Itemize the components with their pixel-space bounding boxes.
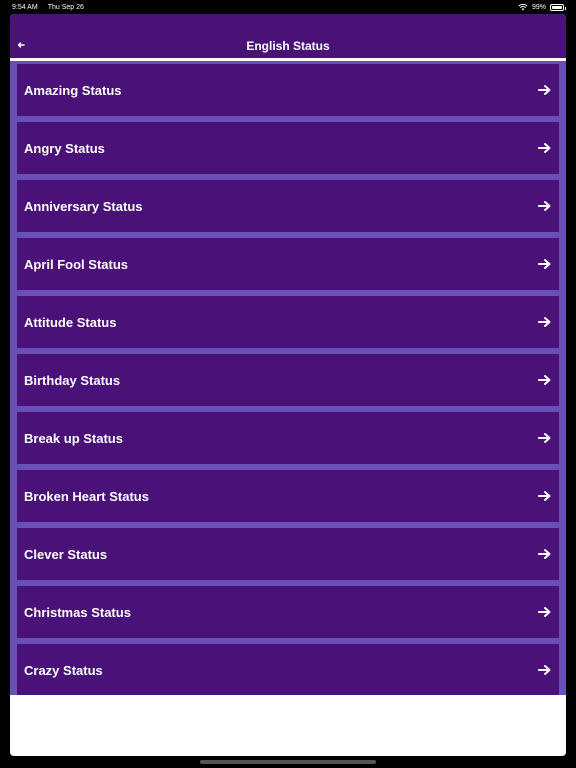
status-date: Thu Sep 26 (47, 3, 84, 11)
list-item[interactable]: Crazy Status (17, 644, 559, 695)
battery-icon (550, 3, 566, 11)
list-item-label: Christmas Status (24, 604, 131, 620)
app-window: English Status Amazing Status Angry Statu… (10, 14, 566, 756)
right-arrow-icon (538, 317, 551, 327)
home-indicator[interactable] (200, 760, 376, 764)
list-item[interactable]: Broken Heart Status (17, 470, 559, 522)
list-item-label: April Fool Status (24, 256, 128, 272)
bottom-blank-area (10, 695, 566, 756)
list-item-label: Angry Status (24, 140, 105, 156)
right-arrow-icon (538, 201, 551, 211)
right-arrow-icon (538, 85, 551, 95)
list-item[interactable]: Anniversary Status (17, 180, 559, 232)
list-item[interactable]: Clever Status (17, 528, 559, 580)
list-item-label: Attitude Status (24, 314, 117, 330)
list-item[interactable]: Amazing Status (17, 64, 559, 116)
right-arrow-icon (538, 433, 551, 443)
status-time: 9:54 AM (12, 3, 38, 11)
right-arrow-icon (538, 607, 551, 617)
list-item-label: Crazy Status (24, 662, 103, 678)
right-arrow-icon (538, 375, 551, 385)
list-item[interactable]: Attitude Status (17, 296, 559, 348)
list-item[interactable]: April Fool Status (17, 238, 559, 290)
list-item[interactable]: Christmas Status (17, 586, 559, 638)
list-item[interactable]: Birthday Status (17, 354, 559, 406)
status-category-list[interactable]: Amazing Status Angry Status Anniversary St… (10, 61, 566, 695)
list-item[interactable]: Break up Status (17, 412, 559, 464)
right-arrow-icon (538, 143, 551, 153)
right-arrow-icon (538, 259, 551, 269)
right-arrow-icon (538, 491, 551, 501)
list-item-label: Break up Status (24, 430, 123, 446)
list-item-label: Amazing Status (24, 82, 122, 98)
battery-percent: 99% (531, 3, 546, 11)
list-item-label: Broken Heart Status (24, 488, 149, 504)
status-bar: 9:54 AM Thu Sep 26 99% (0, 0, 576, 14)
app-header: English Status (10, 14, 566, 58)
right-arrow-icon (538, 665, 551, 675)
wifi-icon (518, 3, 528, 11)
list-item[interactable]: Angry Status (17, 122, 559, 174)
list-item-label: Birthday Status (24, 372, 121, 388)
list-item-label: Anniversary Status (24, 198, 143, 214)
right-arrow-icon (538, 549, 551, 559)
page-title: English Status (246, 39, 330, 53)
list-item-label: Clever Status (24, 546, 108, 562)
